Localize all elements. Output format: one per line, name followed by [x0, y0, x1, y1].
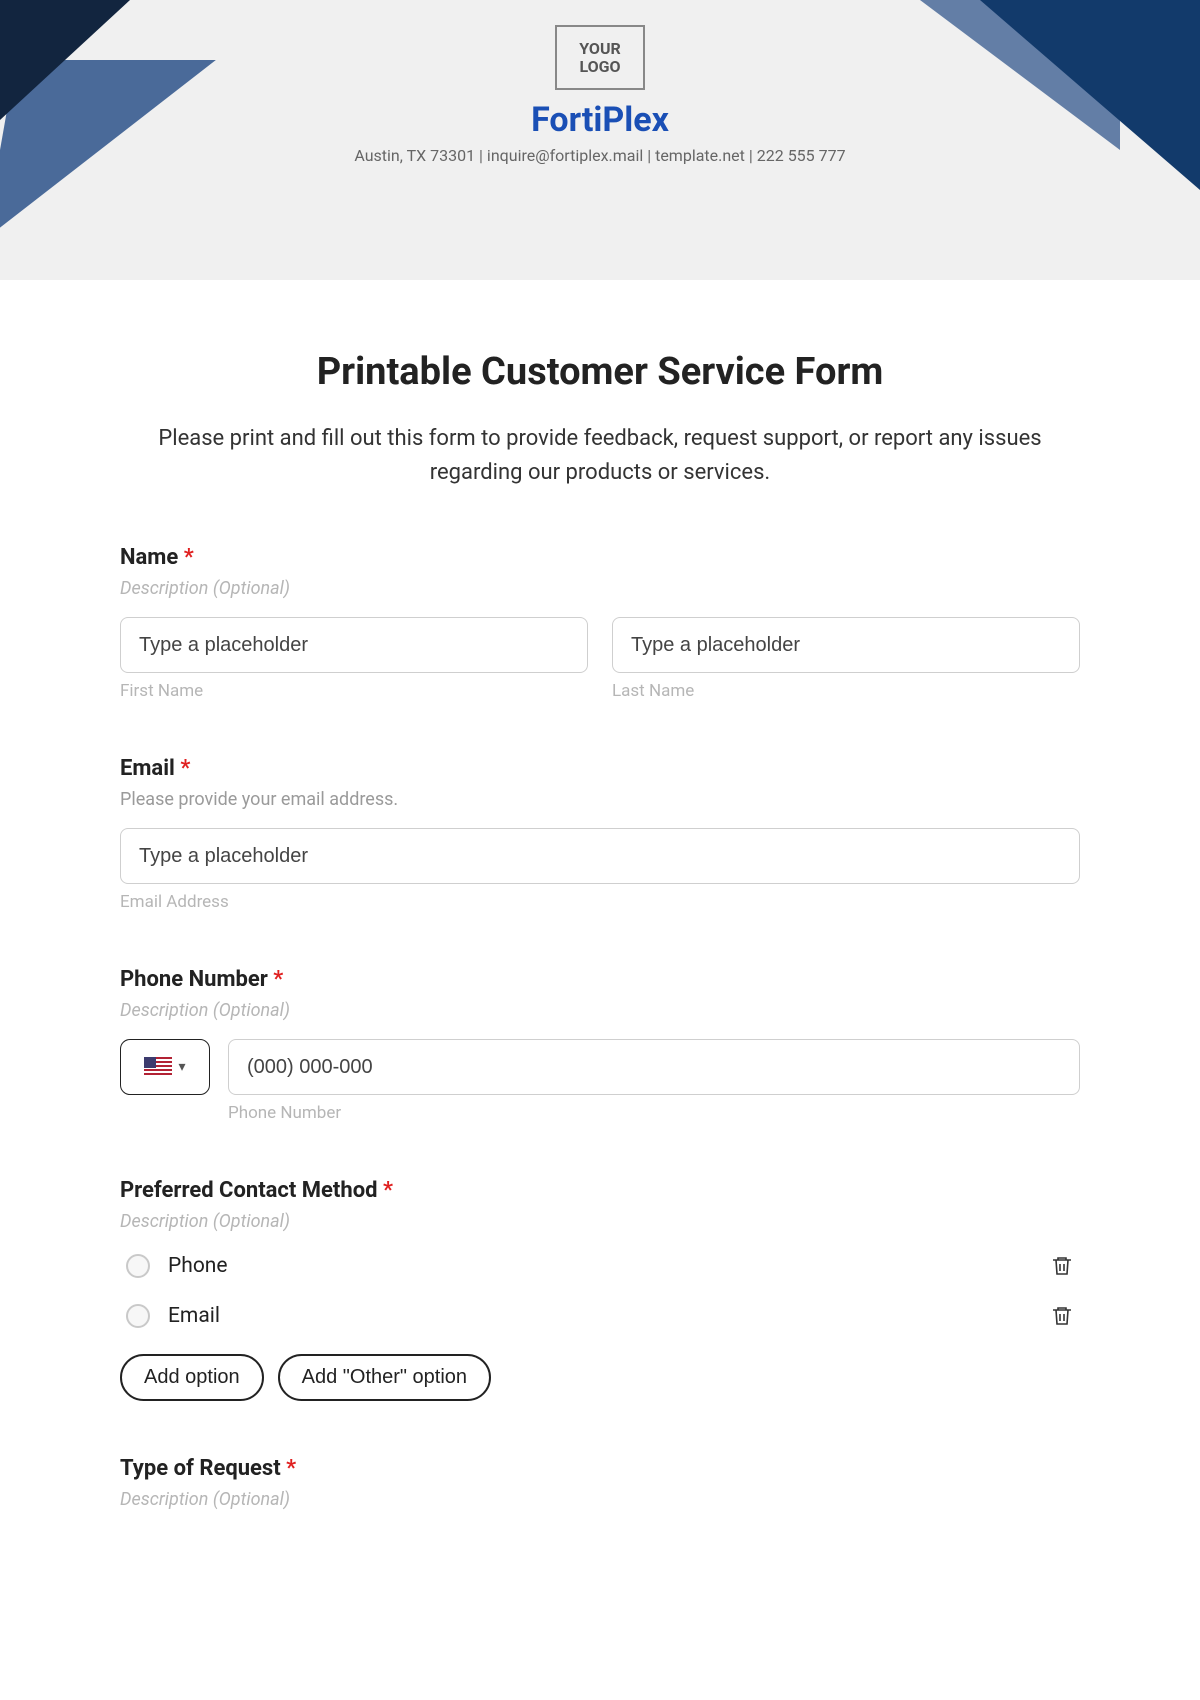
request-type-label: Type of Request *	[120, 1456, 1080, 1481]
name-subdesc[interactable]: Description (Optional)	[120, 578, 1080, 599]
required-marker: *	[184, 545, 194, 570]
last-name-sublabel: Last Name	[612, 681, 1080, 701]
email-input[interactable]	[120, 828, 1080, 884]
contact-method-subdesc[interactable]: Description (Optional)	[120, 1211, 1080, 1232]
logo-placeholder: YOUR LOGO	[555, 25, 645, 90]
form-title: Printable Customer Service Form	[120, 350, 1080, 394]
radio-option-phone[interactable]: Phone	[120, 1250, 1080, 1282]
first-name-input[interactable]	[120, 617, 588, 673]
phone-field: Phone Number * Description (Optional) ▾ …	[120, 967, 1080, 1123]
label-text: Name	[120, 545, 178, 570]
required-marker: *	[273, 967, 283, 992]
trash-icon[interactable]	[1050, 1304, 1074, 1328]
name-field: Name * Description (Optional) First Name…	[120, 545, 1080, 701]
phone-label: Phone Number *	[120, 967, 1080, 992]
phone-input[interactable]	[228, 1039, 1080, 1095]
first-name-sublabel: First Name	[120, 681, 588, 701]
radio-label: Phone	[168, 1254, 228, 1278]
request-type-subdesc[interactable]: Description (Optional)	[120, 1489, 1080, 1510]
form-description: Please print and fill out this form to p…	[150, 422, 1050, 490]
chevron-down-icon: ▾	[178, 1059, 185, 1075]
request-type-field: Type of Request * Description (Optional)	[120, 1456, 1080, 1510]
header-banner: YOUR LOGO FortiPlex Austin, TX 73301 | i…	[0, 0, 1200, 280]
us-flag-icon	[144, 1057, 172, 1077]
decorative-triangle	[0, 0, 130, 120]
trash-icon[interactable]	[1050, 1254, 1074, 1278]
email-subdesc[interactable]: Please provide your email address.	[120, 789, 1080, 810]
name-label: Name *	[120, 545, 1080, 570]
required-marker: *	[180, 756, 190, 781]
decorative-triangle	[980, 0, 1200, 190]
label-text: Phone Number	[120, 967, 268, 992]
phone-subdesc[interactable]: Description (Optional)	[120, 1000, 1080, 1021]
radio-icon	[126, 1254, 150, 1278]
add-option-button[interactable]: Add option	[120, 1354, 264, 1401]
phone-sublabel: Phone Number	[228, 1103, 1080, 1123]
email-field: Email * Please provide your email addres…	[120, 756, 1080, 912]
radio-label: Email	[168, 1304, 220, 1328]
email-label: Email *	[120, 756, 1080, 781]
label-text: Email	[120, 756, 175, 781]
country-code-select[interactable]: ▾	[120, 1039, 210, 1095]
add-other-option-button[interactable]: Add "Other" option	[278, 1354, 491, 1401]
form-container: Printable Customer Service Form Please p…	[0, 280, 1200, 1700]
contact-method-field: Preferred Contact Method * Description (…	[120, 1178, 1080, 1401]
required-marker: *	[286, 1456, 296, 1481]
email-sublabel: Email Address	[120, 892, 1080, 912]
required-marker: *	[383, 1178, 393, 1203]
last-name-input[interactable]	[612, 617, 1080, 673]
contact-method-label: Preferred Contact Method *	[120, 1178, 1080, 1203]
label-text: Preferred Contact Method	[120, 1178, 378, 1203]
label-text: Type of Request	[120, 1456, 281, 1481]
radio-option-email[interactable]: Email	[120, 1300, 1080, 1332]
radio-icon	[126, 1304, 150, 1328]
